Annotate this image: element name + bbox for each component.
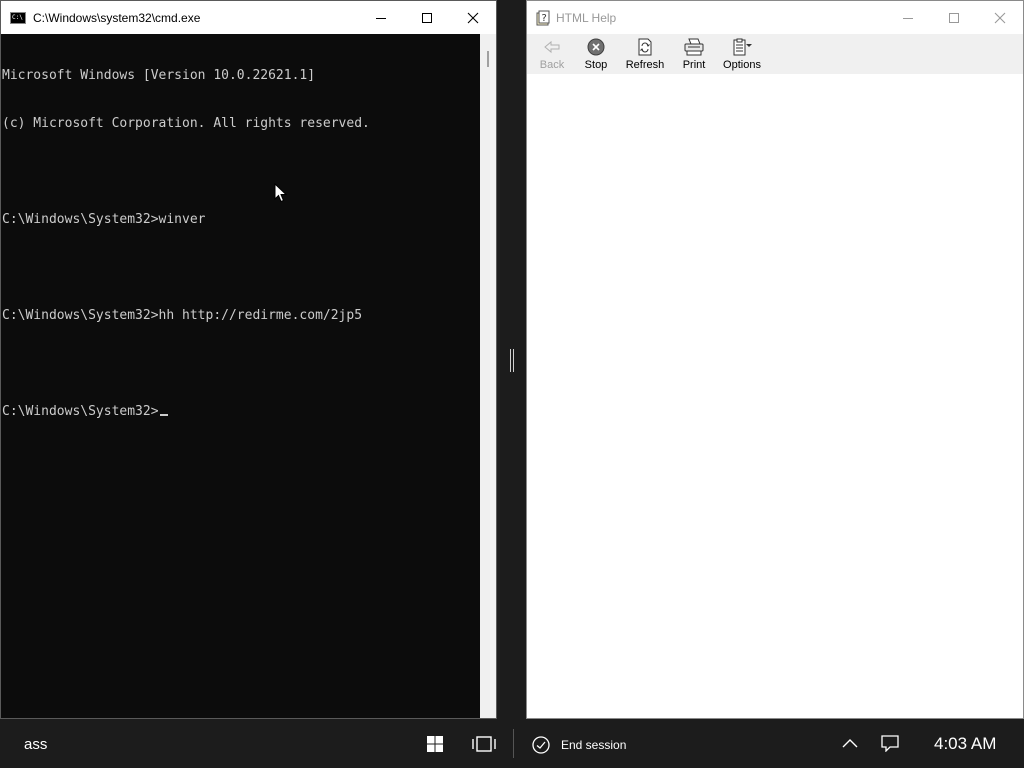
maximize-icon — [422, 12, 432, 23]
refresh-button[interactable]: Refresh — [619, 34, 671, 74]
cmd-window-title: C:\Windows\system32\cmd.exe — [33, 10, 201, 25]
close-icon — [467, 12, 479, 23]
minimize-icon — [376, 17, 386, 19]
end-session-button[interactable]: End session — [532, 736, 626, 754]
options-label: Options — [723, 59, 761, 71]
refresh-label: Refresh — [625, 59, 665, 71]
print-button[interactable]: Print — [671, 34, 717, 74]
back-arrow-icon — [544, 40, 560, 54]
help-toolbar: Back Stop Refresh Print Options — [527, 34, 1023, 74]
check-circle-icon — [532, 736, 550, 754]
cmd-app-icon: C:\ — [10, 11, 26, 24]
back-label: Back — [539, 59, 565, 71]
taskbar-clock[interactable]: 4:03 AM — [934, 734, 996, 754]
help-window-title: HTML Help — [556, 10, 617, 25]
console-line: C:\Windows\System32>winver — [2, 212, 206, 227]
close-icon — [994, 12, 1006, 23]
windows-start-icon[interactable] — [427, 736, 443, 752]
maximize-icon — [949, 12, 959, 23]
taskbar: ass End session 4:03 AM — [0, 719, 1024, 768]
console-prompt-line[interactable]: C:\Windows\System32> — [2, 404, 482, 420]
printer-icon — [684, 38, 704, 56]
text-cursor — [159, 414, 168, 416]
split-handle-line — [510, 349, 511, 372]
chevron-up-icon[interactable] — [842, 738, 858, 748]
split-handle-line — [513, 349, 514, 372]
options-button[interactable]: Options — [717, 34, 767, 74]
help-titlebar[interactable]: ? HTML Help — [527, 1, 1023, 34]
task-view-icon[interactable] — [471, 736, 497, 752]
mouse-pointer-icon — [274, 183, 288, 203]
user-name: ass — [24, 736, 48, 753]
cmd-console-output[interactable]: Microsoft Windows [Version 10.0.22621.1]… — [1, 34, 482, 718]
help-close-button[interactable] — [977, 1, 1023, 34]
html-help-window[interactable]: ? HTML Help Back Stop Refresh Print Opti… — [526, 0, 1024, 719]
cmd-scrollbar[interactable] — [480, 34, 496, 718]
snap-split-handle[interactable] — [509, 349, 515, 372]
console-line: (c) Microsoft Corporation. All rights re… — [2, 116, 370, 131]
minimize-icon — [903, 17, 913, 19]
help-book-icon: ? — [536, 10, 550, 25]
cmd-minimize-button[interactable] — [358, 1, 404, 34]
stop-label: Stop — [584, 59, 608, 71]
help-content-pane[interactable] — [527, 74, 1023, 718]
help-minimize-button[interactable] — [885, 1, 931, 34]
end-session-label: End session — [561, 738, 627, 752]
stop-icon — [587, 38, 605, 56]
cmd-titlebar[interactable]: C:\ C:\Windows\system32\cmd.exe — [1, 1, 496, 34]
taskbar-separator — [513, 729, 514, 758]
back-button[interactable]: Back — [531, 34, 573, 74]
cmd-maximize-button[interactable] — [404, 1, 450, 34]
console-line: C:\Windows\System32>hh http://redirme.co… — [2, 308, 363, 323]
cmd-close-button[interactable] — [450, 1, 496, 34]
refresh-icon — [638, 38, 652, 56]
scrollbar-thumb[interactable] — [487, 51, 489, 67]
cmd-window[interactable]: C:\ C:\Windows\system32\cmd.exe Microsof… — [0, 0, 497, 719]
options-icon — [733, 38, 752, 56]
print-label: Print — [682, 59, 706, 71]
help-maximize-button[interactable] — [931, 1, 977, 34]
svg-text:?: ? — [542, 13, 547, 24]
console-prompt: C:\Windows\System32> — [2, 404, 159, 419]
stop-button[interactable]: Stop — [573, 34, 619, 74]
action-center-icon[interactable] — [881, 735, 899, 752]
console-line: Microsoft Windows [Version 10.0.22621.1] — [2, 68, 316, 83]
